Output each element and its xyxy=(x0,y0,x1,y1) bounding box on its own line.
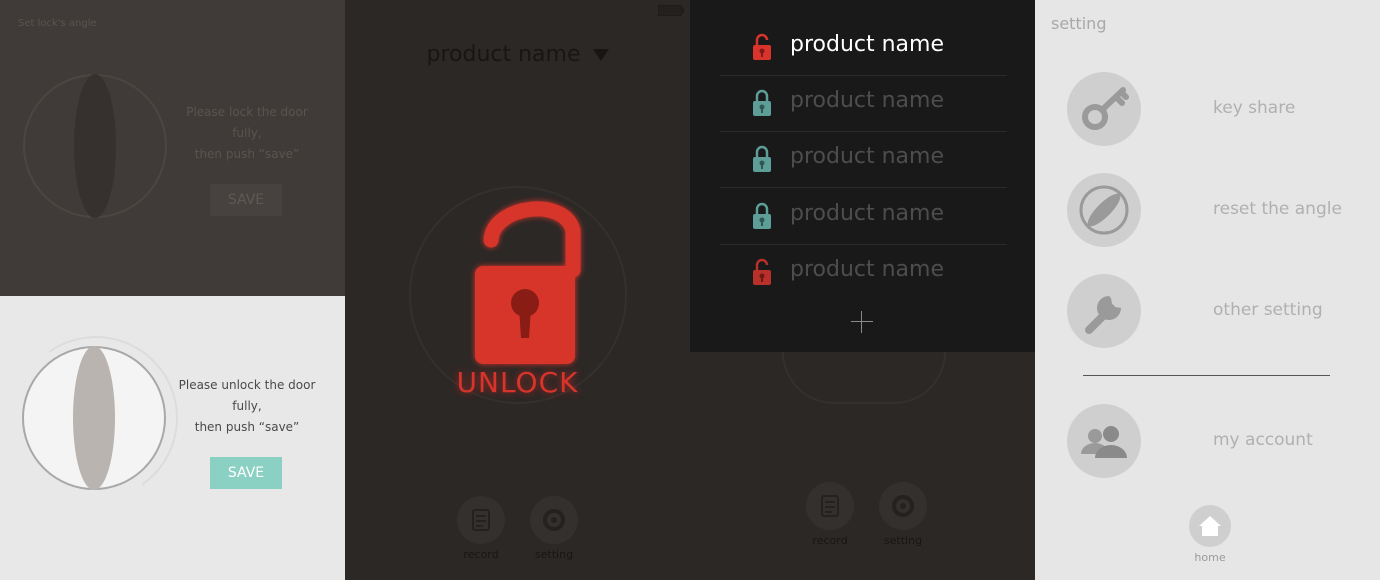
account-icon xyxy=(1067,404,1141,478)
settings-title: setting xyxy=(1051,14,1107,33)
product-name: product name xyxy=(790,144,944,169)
product-selector[interactable]: product name xyxy=(345,42,690,67)
unlock-ring xyxy=(782,352,946,404)
product-name: product name xyxy=(790,32,944,57)
home-icon xyxy=(1189,505,1231,547)
settings-divider xyxy=(1083,375,1330,376)
unlock-save-button[interactable]: SAVE xyxy=(210,457,282,489)
setting-label: setting xyxy=(883,534,923,547)
product-selector-label: product name xyxy=(426,42,581,67)
unlock-dial[interactable] xyxy=(22,346,166,490)
unlock-panel: product name UNLOCK record setting xyxy=(345,0,690,580)
record-icon xyxy=(457,496,505,544)
product-dropdown: product name product name product name p… xyxy=(690,0,1035,352)
product-list-item[interactable]: product name xyxy=(720,19,1007,76)
lock-instruction-line2: then push “save” xyxy=(194,147,300,161)
product-list-item[interactable]: product name xyxy=(720,75,1007,132)
gear-icon xyxy=(530,496,578,544)
product-name: product name xyxy=(790,88,944,113)
wrench-icon xyxy=(1067,274,1141,348)
dial-knob[interactable] xyxy=(73,346,115,490)
angle-setup-panel: Set lock's angle Please lock the door fu… xyxy=(0,0,345,580)
other-setting-item[interactable]: other setting xyxy=(1067,274,1367,348)
locked-padlock-icon xyxy=(752,202,772,234)
home-button[interactable]: home xyxy=(1180,505,1240,564)
locked-padlock-icon xyxy=(752,145,772,177)
unlock-instruction-line1: Please unlock the door fully, xyxy=(178,378,316,413)
home-label: home xyxy=(1194,551,1226,564)
setting-button[interactable]: setting xyxy=(519,496,589,561)
my-account-item[interactable]: my account xyxy=(1067,404,1367,478)
product-list-item[interactable]: product name xyxy=(720,131,1007,188)
lock-save-button[interactable]: SAVE xyxy=(210,184,282,216)
other-setting-label: other setting xyxy=(1213,300,1323,320)
locked-padlock-icon xyxy=(752,89,772,121)
unlock-label: UNLOCK xyxy=(456,366,579,399)
record-label: record xyxy=(463,548,499,561)
add-product-icon[interactable] xyxy=(851,311,873,333)
setting-button[interactable]: setting xyxy=(868,482,938,547)
key-share-item[interactable]: key share xyxy=(1067,72,1367,146)
key-share-label: key share xyxy=(1213,98,1296,118)
reset-angle-label: reset the angle xyxy=(1213,199,1342,219)
record-icon xyxy=(806,482,854,530)
settings-panel: setting key share reset the angle other … xyxy=(1035,0,1380,580)
record-button[interactable]: record xyxy=(446,496,516,561)
unlock-angle-section: Please unlock the door fully, then push … xyxy=(0,296,345,580)
product-list-item[interactable]: product name xyxy=(720,244,1007,300)
setting-label: setting xyxy=(534,548,574,561)
product-name: product name xyxy=(790,257,944,282)
angle-setup-title: Set lock's angle xyxy=(18,18,97,29)
my-account-label: my account xyxy=(1213,430,1313,450)
key-icon xyxy=(1067,72,1141,146)
product-list-item[interactable]: product name xyxy=(720,188,1007,245)
lock-dial[interactable] xyxy=(23,74,167,218)
lock-angle-section: Set lock's angle Please lock the door fu… xyxy=(0,0,345,296)
battery-icon xyxy=(658,5,684,16)
gear-icon xyxy=(879,482,927,530)
lock-instruction: Please lock the door fully, then push “s… xyxy=(172,102,322,165)
reset-angle-item[interactable]: reset the angle xyxy=(1067,173,1367,247)
lock-instruction-line1: Please lock the door fully, xyxy=(186,105,308,140)
product-name: product name xyxy=(790,201,944,226)
record-button[interactable]: record xyxy=(795,482,865,547)
unlocked-padlock-icon xyxy=(752,258,772,290)
angle-icon xyxy=(1067,173,1141,247)
unlock-instruction: Please unlock the door fully, then push … xyxy=(172,375,322,438)
unlock-instruction-line2: then push “save” xyxy=(194,420,300,434)
dial-knob[interactable] xyxy=(74,74,116,218)
caret-down-icon xyxy=(592,49,609,61)
unlocked-padlock-icon xyxy=(752,33,772,65)
record-label: record xyxy=(812,534,848,547)
product-list-panel: product name product name product name p… xyxy=(690,0,1035,580)
